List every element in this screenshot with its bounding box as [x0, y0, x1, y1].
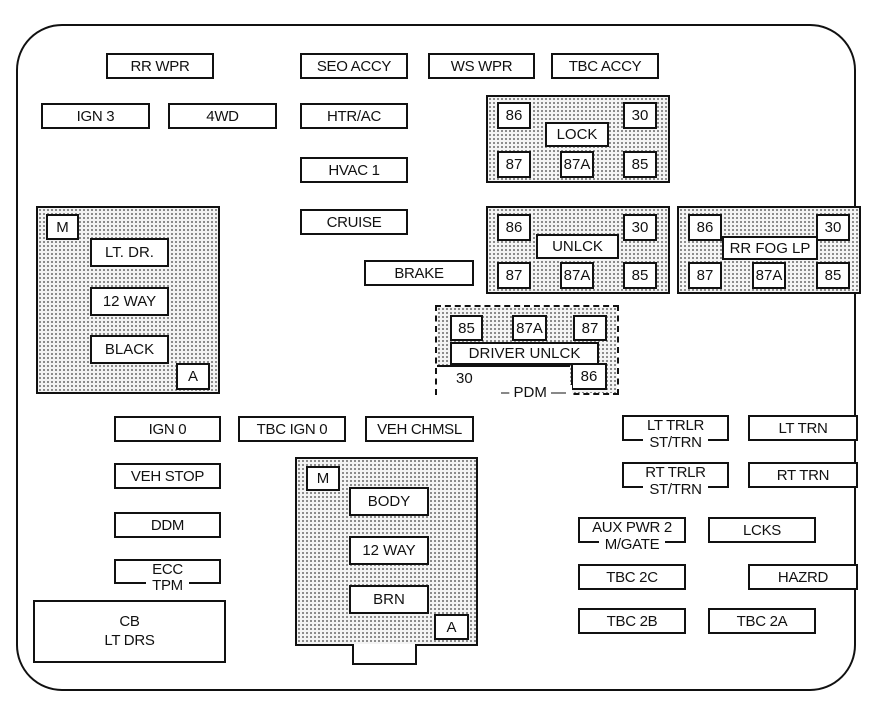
pdm-label: – PDM —	[495, 384, 573, 401]
connector-label-line1: BODY	[349, 487, 429, 516]
relay-pin-87a: 87A	[752, 262, 786, 289]
fuse-4wd[interactable]: 4WD	[168, 103, 277, 129]
fuse-ws-wpr[interactable]: WS WPR	[428, 53, 535, 79]
fuse-label-line1: RT TRLR	[645, 464, 706, 481]
relay-label: LOCK	[545, 122, 609, 147]
fuse-label-line2: ST/TRN	[622, 434, 729, 451]
fuse-cruise[interactable]: CRUISE	[300, 209, 408, 235]
fuse-rt-trlr-st-trn[interactable]: RT TRLR ST/TRN	[622, 462, 729, 498]
fuse-htr-ac[interactable]: HTR/AC	[300, 103, 408, 129]
fuse-tbc-2b[interactable]: TBC 2B	[578, 608, 686, 634]
fuse-tbc-2c[interactable]: TBC 2C	[578, 564, 686, 590]
fuse-label-line2: TPM	[114, 577, 221, 594]
connector-label-line1: LT. DR.	[90, 238, 169, 267]
relay-pin-86: 86	[688, 214, 722, 241]
cb-label-line2: LT DRS	[104, 631, 155, 649]
connector-middle-tab	[352, 644, 417, 665]
fuse-aux-pwr-2-mgate[interactable]: AUX PWR 2 M/GATE	[578, 517, 686, 553]
relay-label: RR FOG LP	[722, 236, 818, 260]
relay-pin-30: 30	[623, 214, 657, 241]
fuse-label-line1: AUX PWR 2	[592, 519, 672, 536]
relay-label: UNLCK	[536, 234, 619, 259]
connector-corner-a: A	[176, 363, 210, 390]
relay-pin-85: 85	[623, 151, 657, 178]
connector-label-line2: 12 WAY	[349, 536, 429, 565]
fuse-seo-accy[interactable]: SEO ACCY	[300, 53, 408, 79]
fuse-label-line2: ST/TRN	[622, 481, 729, 498]
relay-pin-86: 86	[497, 102, 531, 129]
relay-pin-30: 30	[456, 370, 473, 387]
fuse-veh-chmsl[interactable]: VEH CHMSL	[365, 416, 474, 442]
fuse-rt-trn[interactable]: RT TRN	[748, 462, 858, 488]
relay-pin-87: 87	[497, 151, 531, 178]
fuse-hvac-1[interactable]: HVAC 1	[300, 157, 408, 183]
relay-pin-87: 87	[573, 315, 607, 341]
pdm-label-text: – PDM —	[501, 384, 567, 401]
circuit-breaker-lt-drs[interactable]: CB LT DRS	[33, 600, 226, 663]
connector-label-line3: BLACK	[90, 335, 169, 364]
fuse-tbc-ign-0[interactable]: TBC IGN 0	[238, 416, 346, 442]
fuse-brake[interactable]: BRAKE	[364, 260, 474, 286]
fuse-tbc-2a[interactable]: TBC 2A	[708, 608, 816, 634]
connector-label-line2: 12 WAY	[90, 287, 169, 316]
relay-lock[interactable]: 86 30 LOCK 87 87A 85	[486, 95, 670, 183]
relay-pin-85: 85	[450, 315, 483, 341]
connector-middle[interactable]: M BODY 12 WAY BRN A	[295, 457, 478, 646]
connector-left[interactable]: M LT. DR. 12 WAY BLACK A	[36, 206, 220, 394]
fuse-ecc-tpm[interactable]: ECC TPM	[114, 559, 221, 594]
relay-pin-86: 86	[497, 214, 531, 241]
relay-pin-86: 86	[571, 363, 607, 390]
fuse-ddm[interactable]: DDM	[114, 512, 221, 538]
relay-pin-85: 85	[816, 262, 850, 289]
fuse-ign-0[interactable]: IGN 0	[114, 416, 221, 442]
relay-pin-87a: 87A	[560, 151, 594, 178]
fuse-veh-stop[interactable]: VEH STOP	[114, 463, 221, 489]
connector-corner-m: M	[46, 214, 79, 240]
fuse-lt-trlr-st-trn[interactable]: LT TRLR ST/TRN	[622, 415, 729, 451]
fuse-ign-3[interactable]: IGN 3	[41, 103, 150, 129]
relay-pin-87: 87	[688, 262, 722, 289]
fuse-lt-trn[interactable]: LT TRN	[748, 415, 858, 441]
connector-corner-a: A	[434, 614, 469, 640]
relay-pin-87a: 87A	[560, 262, 594, 289]
fuse-tbc-accy[interactable]: TBC ACCY	[551, 53, 659, 79]
fuse-lcks[interactable]: LCKS	[708, 517, 816, 543]
cb-label-line1: CB	[119, 612, 140, 630]
relay-rr-fog-lp[interactable]: 86 30 RR FOG LP 87 87A 85	[677, 206, 861, 294]
connector-corner-m: M	[306, 466, 340, 491]
relay-pin-30: 30	[623, 102, 657, 129]
relay-label: DRIVER UNLCK	[450, 342, 599, 365]
fuse-label-line2: M/GATE	[578, 536, 686, 553]
connector-label-line3: BRN	[349, 585, 429, 614]
pdm-driver-unlck-relay[interactable]: 85 87A 87 DRIVER UNLCK 30 86 – PDM —	[435, 305, 619, 400]
fuse-hazrd[interactable]: HAZRD	[748, 564, 858, 590]
fuse-label-line1: ECC	[152, 561, 183, 578]
relay-pin-30: 30	[816, 214, 850, 241]
relay-pin-87: 87	[497, 262, 531, 289]
fuse-label-line1: LT TRLR	[646, 417, 705, 434]
relay-pin-85: 85	[623, 262, 657, 289]
fuse-rr-wpr[interactable]: RR WPR	[106, 53, 214, 79]
relay-pin-87a: 87A	[512, 315, 547, 341]
relay-unlck[interactable]: 86 30 UNLCK 87 87A 85	[486, 206, 670, 294]
